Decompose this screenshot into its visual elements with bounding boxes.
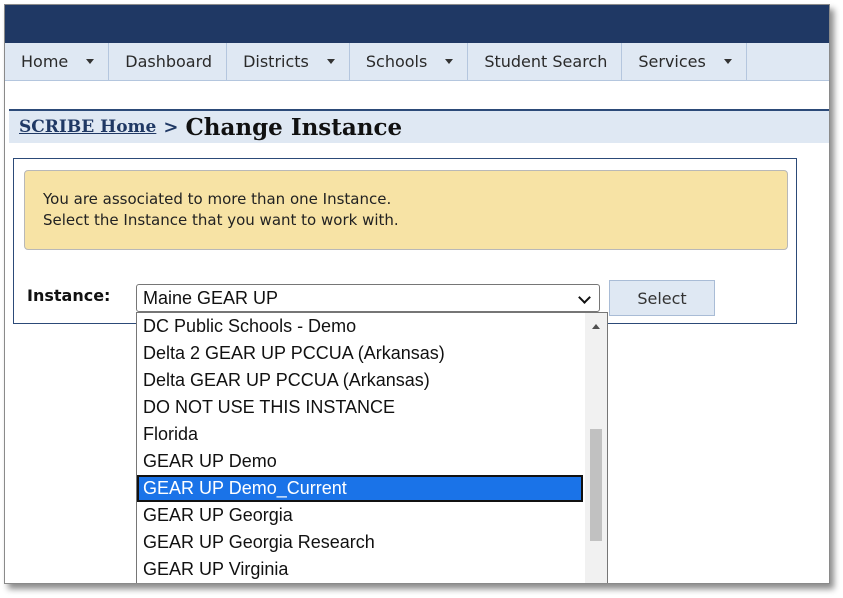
nav-student-search-label: Student Search: [484, 52, 608, 71]
nav-schools[interactable]: Schools: [350, 43, 469, 80]
chevron-down-icon: [445, 59, 454, 64]
scroll-up-arrow-icon[interactable]: [592, 324, 600, 329]
nav-services[interactable]: Services: [622, 43, 747, 80]
chevron-down-icon: [86, 59, 95, 64]
chevron-down-icon: [578, 291, 591, 304]
nav-home[interactable]: Home: [5, 43, 110, 80]
chevron-down-icon: [723, 59, 732, 64]
dropdown-option[interactable]: Delta 2 GEAR UP PCCUA (Arkansas): [137, 340, 583, 367]
dropdown-option[interactable]: GEAR UP Georgia: [137, 502, 583, 529]
nav-districts-label: Districts: [243, 52, 309, 71]
notice-line-1: You are associated to more than one Inst…: [43, 190, 392, 208]
dropdown-option[interactable]: GEAR UP Demo: [137, 448, 583, 475]
nav-dashboard-label: Dashboard: [125, 52, 213, 71]
nav-districts[interactable]: Districts: [227, 43, 350, 80]
instance-label: Instance:: [27, 286, 111, 305]
app-window: Home Dashboard Districts Schools Student…: [4, 4, 830, 584]
breadcrumb: SCRIBE Home > Change Instance: [9, 109, 829, 143]
breadcrumb-separator: >: [163, 116, 179, 138]
nav-home-label: Home: [21, 52, 69, 71]
nav-student-search[interactable]: Student Search: [468, 43, 623, 80]
nav-services-label: Services: [638, 52, 706, 71]
dropdown-scrollbar[interactable]: [585, 313, 607, 583]
nav-dashboard[interactable]: Dashboard: [109, 43, 228, 80]
dropdown-option[interactable]: Delta GEAR UP PCCUA (Arkansas): [137, 367, 583, 394]
dropdown-option[interactable]: DC Public Schools - Demo: [137, 313, 583, 340]
chevron-down-icon: [326, 59, 335, 64]
notice-line-2: Select the Instance that you want to wor…: [43, 211, 399, 229]
top-header-bar: [5, 5, 829, 43]
dropdown-option[interactable]: GEAR UP Virginia: [137, 556, 583, 583]
instance-dropdown-list: DC Public Schools - Demo Delta 2 GEAR UP…: [136, 312, 608, 583]
instance-select[interactable]: Maine GEAR UP: [136, 284, 600, 312]
dropdown-option[interactable]: GEAR UP Georgia Research: [137, 529, 583, 556]
page-title: Change Instance: [185, 113, 403, 141]
info-notice: You are associated to more than one Inst…: [24, 170, 788, 250]
breadcrumb-home-link[interactable]: SCRIBE Home: [19, 117, 156, 137]
instance-select-value: Maine GEAR UP: [143, 287, 279, 308]
nav-schools-label: Schools: [365, 52, 428, 71]
dropdown-option[interactable]: Florida: [137, 421, 583, 448]
scrollbar-thumb[interactable]: [590, 429, 602, 541]
select-button[interactable]: Select: [609, 280, 715, 316]
main-nav: Home Dashboard Districts Schools Student…: [5, 43, 829, 81]
dropdown-option-highlighted[interactable]: GEAR UP Demo_Current: [137, 475, 583, 502]
dropdown-option[interactable]: DO NOT USE THIS INSTANCE: [137, 394, 583, 421]
